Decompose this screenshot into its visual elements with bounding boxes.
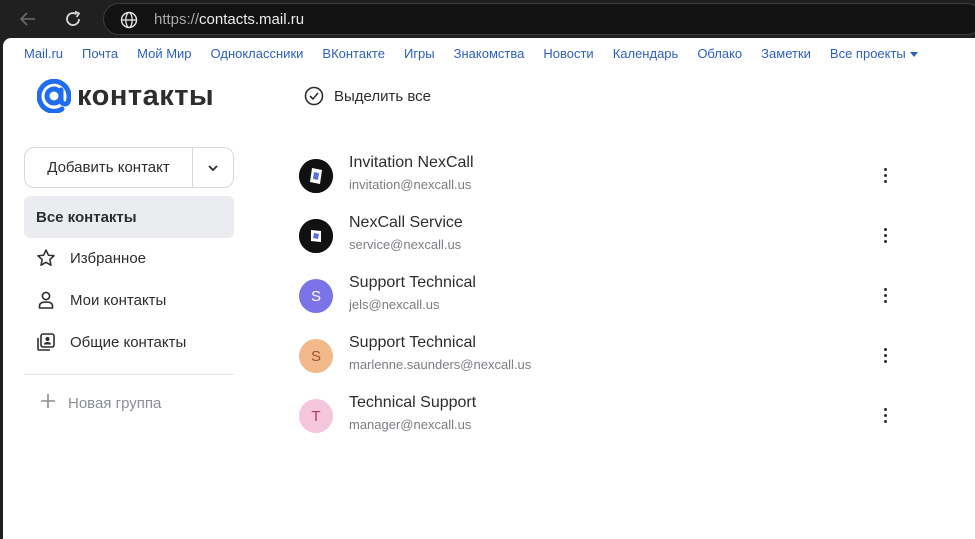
- avatar: [299, 219, 333, 253]
- page-content: Mail.ru Почта Мой Мир Одноклассники ВКон…: [3, 38, 975, 539]
- address-bar[interactable]: https://contacts.mail.ru: [103, 3, 975, 35]
- more-vertical-icon[interactable]: [875, 282, 895, 308]
- sidebar-item-all-contacts[interactable]: Все контакты: [24, 196, 234, 238]
- more-vertical-icon[interactable]: [875, 162, 895, 188]
- nav-zametki[interactable]: Заметки: [761, 46, 811, 61]
- contact-email: marlenne.saunders@nexcall.us: [349, 357, 532, 372]
- contact-name: Support Technical: [349, 274, 476, 291]
- person-icon: [36, 290, 56, 310]
- nav-novosti[interactable]: Новости: [543, 46, 593, 61]
- caret-down-icon: [909, 52, 918, 58]
- nav-all-projects[interactable]: Все проекты: [830, 46, 918, 61]
- sidebar-item-label: Все контакты: [36, 208, 137, 226]
- logo-text: контакты: [77, 79, 215, 112]
- contact-row[interactable]: Invitation NexCall invitation@nexcall.us: [299, 152, 899, 202]
- contact-row[interactable]: S Support Technical marlenne.saunders@ne…: [299, 332, 899, 382]
- nav-pochta[interactable]: Почта: [82, 46, 118, 61]
- portal-nav: Mail.ru Почта Мой Мир Одноклассники ВКон…: [24, 46, 937, 61]
- nav-znakomstva[interactable]: Знакомства: [454, 46, 525, 61]
- more-vertical-icon[interactable]: [875, 402, 895, 428]
- check-circle-icon: [304, 86, 324, 106]
- contact-email: jels@nexcall.us: [349, 297, 440, 312]
- select-all-button[interactable]: Выделить все: [304, 86, 431, 106]
- sidebar-item-my-contacts[interactable]: Мои контакты: [24, 279, 234, 321]
- nexcall-logo-icon: [299, 219, 333, 253]
- nav-mailru[interactable]: Mail.ru: [24, 46, 63, 61]
- url-text: https://contacts.mail.ru: [154, 11, 305, 28]
- more-vertical-icon[interactable]: [875, 342, 895, 368]
- nav-igry[interactable]: Игры: [404, 46, 435, 61]
- more-vertical-icon[interactable]: [875, 222, 895, 248]
- sidebar-item-label: Избранное: [70, 249, 147, 267]
- chevron-down-icon: [208, 164, 218, 171]
- new-group-label: Новая группа: [68, 394, 162, 412]
- add-contact-button[interactable]: Добавить контакт: [25, 148, 192, 187]
- star-icon: [36, 248, 56, 268]
- reload-icon[interactable]: [60, 6, 86, 32]
- avatar: S: [299, 339, 333, 373]
- sidebar-divider: [24, 374, 234, 375]
- nav-vkontakte[interactable]: ВКонтакте: [322, 46, 385, 61]
- contact-row[interactable]: T Technical Support manager@nexcall.us: [299, 392, 899, 442]
- contact-row[interactable]: NexCall Service service@nexcall.us: [299, 212, 899, 262]
- contact-name: Invitation NexCall: [349, 154, 474, 171]
- plus-icon: [40, 393, 56, 413]
- nav-moy-mir[interactable]: Мой Мир: [137, 46, 191, 61]
- nav-oblako[interactable]: Облако: [697, 46, 742, 61]
- avatar: T: [299, 399, 333, 433]
- avatar: S: [299, 279, 333, 313]
- add-contact-group: Добавить контакт: [24, 147, 234, 188]
- add-contact-dropdown[interactable]: [193, 148, 233, 187]
- nav-kalendar[interactable]: Календарь: [613, 46, 679, 61]
- contact-email: service@nexcall.us: [349, 237, 462, 252]
- sidebar-item-favorites[interactable]: Избранное: [24, 237, 234, 279]
- contact-email: invitation@nexcall.us: [349, 177, 472, 192]
- contacts-logo[interactable]: контакты: [37, 79, 214, 113]
- nav-all-projects-label: Все проекты: [829, 46, 906, 61]
- shared-contacts-icon: [36, 332, 56, 352]
- nav-odnoklassniki[interactable]: Одноклассники: [211, 46, 304, 61]
- sidebar-item-label: Мои контакты: [70, 291, 167, 309]
- select-all-label: Выделить все: [334, 87, 432, 105]
- contact-email: manager@nexcall.us: [349, 417, 472, 432]
- back-arrow-icon[interactable]: [15, 6, 41, 32]
- sidebar-item-shared-contacts[interactable]: Общие контакты: [24, 321, 234, 363]
- avatar: [299, 159, 333, 193]
- at-sign-logo-icon: [37, 79, 71, 113]
- contact-name: Support Technical: [349, 334, 476, 351]
- contact-row[interactable]: S Support Technical jels@nexcall.us: [299, 272, 899, 322]
- browser-toolbar: https://contacts.mail.ru: [0, 0, 975, 38]
- globe-icon: [120, 11, 138, 34]
- contact-name: NexCall Service: [349, 214, 463, 231]
- contact-name: Technical Support: [349, 394, 477, 411]
- sidebar-item-label: Общие контакты: [70, 333, 187, 351]
- nexcall-logo-icon: [299, 159, 333, 193]
- new-group-button[interactable]: Новая группа: [24, 388, 161, 418]
